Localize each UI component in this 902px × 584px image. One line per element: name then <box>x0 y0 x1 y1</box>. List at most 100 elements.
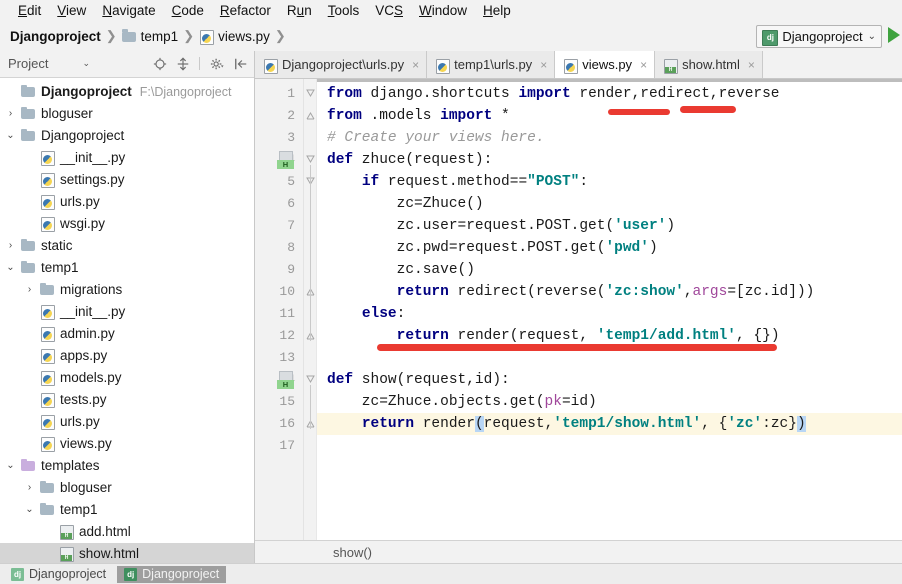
code-line[interactable]: zc.save() <box>317 259 902 281</box>
editor-tab-djangoproject-urls-py[interactable]: Djangoproject\urls.py × <box>255 51 428 78</box>
folder-icon <box>21 106 36 121</box>
chevron-right-icon[interactable]: › <box>23 482 36 493</box>
code-line[interactable]: # Create your views here. <box>317 127 902 149</box>
menu-refactor[interactable]: Refactor <box>212 2 279 19</box>
chevron-down-icon[interactable]: ⌄ <box>4 262 17 273</box>
horizontal-scrollbar[interactable] <box>317 79 902 82</box>
chevron-right-icon[interactable]: › <box>4 108 17 119</box>
chevron-right-icon[interactable]: › <box>23 284 36 295</box>
editor-tab-temp1-urls-py[interactable]: temp1\urls.py × <box>427 51 556 78</box>
code-line[interactable]: def zhuce(request): <box>317 149 902 171</box>
tree-item-apps-py[interactable]: · apps.py <box>0 345 254 367</box>
gutter-template-icon[interactable]: H <box>277 371 294 389</box>
tree-item---init---py[interactable]: · __init__.py <box>0 147 254 169</box>
tree-item-admin-py[interactable]: · admin.py <box>0 323 254 345</box>
code-line[interactable]: zc=Zhuce() <box>317 193 902 215</box>
code-line[interactable]: from django.shortcuts import render,redi… <box>317 83 902 105</box>
close-icon[interactable]: × <box>640 58 647 72</box>
folder-icon <box>40 282 55 297</box>
tree-item-add-html[interactable]: · add.html <box>0 521 254 543</box>
tree-item-urls-py[interactable]: · urls.py <box>0 191 254 213</box>
code-line[interactable]: zc.pwd=request.POST.get('pwd') <box>317 237 902 259</box>
menu-vcs[interactable]: VCS <box>367 2 411 19</box>
tree-item-label: temp1 <box>41 260 79 276</box>
code-token: : <box>396 306 406 322</box>
tree-item-bloguser[interactable]: › bloguser <box>0 477 254 499</box>
close-icon[interactable]: × <box>412 58 419 72</box>
hide-panel-icon[interactable] <box>234 57 248 71</box>
fold-end-icon[interactable] <box>306 112 315 121</box>
code-token: * <box>492 108 510 124</box>
run-configuration-selector[interactable]: dj Djangoproject ⌄ <box>756 25 882 48</box>
tree-item-migrations[interactable]: › migrations <box>0 279 254 301</box>
folder-icon <box>21 84 36 99</box>
taskbar-item[interactable]: dj Djangoproject <box>117 565 227 583</box>
menu-window[interactable]: Window <box>411 2 475 19</box>
fold-collapse-icon[interactable] <box>306 155 315 164</box>
menu-edit[interactable]: Edit <box>10 2 49 19</box>
menu-tools[interactable]: Tools <box>320 2 368 19</box>
project-panel-title[interactable]: Project <box>8 56 48 71</box>
breadcrumb-item-views-py[interactable]: views.py <box>199 29 270 45</box>
run-button[interactable] <box>888 27 900 43</box>
tree-item-bloguser[interactable]: › bloguser <box>0 103 254 125</box>
code-line[interactable]: return redirect(reverse('zc:show',args=[… <box>317 281 902 303</box>
chevron-down-icon[interactable]: ⌄ <box>23 504 36 515</box>
fold-collapse-icon[interactable] <box>306 375 315 384</box>
code-editor[interactable]: 1234H567891011121314H151617 from django.… <box>255 79 902 540</box>
tree-item-urls-py[interactable]: · urls.py <box>0 411 254 433</box>
tree-item---init---py[interactable]: · __init__.py <box>0 301 254 323</box>
tree-item-label: static <box>41 238 73 254</box>
tree-item-settings-py[interactable]: · settings.py <box>0 169 254 191</box>
chevron-down-icon[interactable]: ⌄ <box>4 130 17 141</box>
fold-collapse-icon[interactable] <box>306 89 315 98</box>
project-file-tree[interactable]: · Djangoproject F:\Djangoproject › bloguser ⌄… <box>0 77 254 563</box>
chevron-down-icon[interactable]: ⌄ <box>4 460 17 471</box>
close-icon[interactable]: × <box>540 58 547 72</box>
tree-item-templates[interactable]: ⌄ templates <box>0 455 254 477</box>
code-line[interactable]: zc=Zhuce.objects.get(pk=id) <box>317 391 902 413</box>
code-line[interactable]: return render(request,'temp1/show.html',… <box>317 413 902 435</box>
editor-tab-show-html[interactable]: show.html × <box>655 51 763 78</box>
menu-view[interactable]: View <box>49 2 94 19</box>
menu-navigate[interactable]: Navigate <box>94 2 163 19</box>
python-file-icon <box>40 392 55 409</box>
code-line[interactable]: else: <box>317 303 902 325</box>
gutter-template-icon[interactable]: H <box>277 151 294 169</box>
chevron-down-icon[interactable]: ⌄ <box>82 58 90 69</box>
tree-item-show-html[interactable]: · show.html <box>0 542 254 563</box>
tree-item-models-py[interactable]: · models.py <box>0 367 254 389</box>
menu-code[interactable]: Code <box>164 2 212 19</box>
collapse-all-icon[interactable] <box>176 57 190 71</box>
code-content[interactable]: from django.shortcuts import render,redi… <box>317 79 902 540</box>
tree-item-temp1[interactable]: ⌄ temp1 <box>0 257 254 279</box>
code-line[interactable]: def show(request,id): <box>317 369 902 391</box>
tree-item-views-py[interactable]: · views.py <box>0 433 254 455</box>
code-line[interactable]: zc.user=request.POST.get('user') <box>317 215 902 237</box>
tree-item-temp1[interactable]: ⌄ temp1 <box>0 499 254 521</box>
tree-item-djangoproject[interactable]: ⌄ Djangoproject <box>0 125 254 147</box>
breadcrumb-item-temp1[interactable]: temp1 <box>121 29 178 44</box>
breadcrumb-item-djangoproject[interactable]: Djangoproject <box>10 29 101 44</box>
code-line[interactable]: return render(request, 'temp1/add.html',… <box>317 325 902 347</box>
editor-tab-views-py[interactable]: views.py × <box>555 51 656 78</box>
menu-run[interactable]: Run <box>279 2 320 19</box>
menu-help[interactable]: Help <box>475 2 519 19</box>
code-token: return <box>396 284 449 300</box>
tree-item-static[interactable]: › static <box>0 235 254 257</box>
settings-gear-icon[interactable] <box>209 57 225 71</box>
code-line[interactable] <box>317 347 902 369</box>
taskbar-item[interactable]: dj Djangoproject <box>4 566 113 583</box>
code-line[interactable]: from .models import * <box>317 105 902 127</box>
close-icon[interactable]: × <box>748 58 755 72</box>
tree-item-tests-py[interactable]: · tests.py <box>0 389 254 411</box>
locate-icon[interactable] <box>153 57 167 71</box>
tree-item-djangoproject[interactable]: · Djangoproject F:\Djangoproject <box>0 81 254 103</box>
chevron-right-icon[interactable]: › <box>4 240 17 251</box>
fold-gutter[interactable] <box>304 79 317 540</box>
code-line[interactable] <box>317 435 902 457</box>
tree-item-wsgi-py[interactable]: · wsgi.py <box>0 213 254 235</box>
code-token: zc.pwd=request.POST.get( <box>327 240 606 256</box>
code-line[interactable]: if request.method=="POST": <box>317 171 902 193</box>
editor-gutter[interactable]: 1234H567891011121314H151617 <box>255 79 304 540</box>
